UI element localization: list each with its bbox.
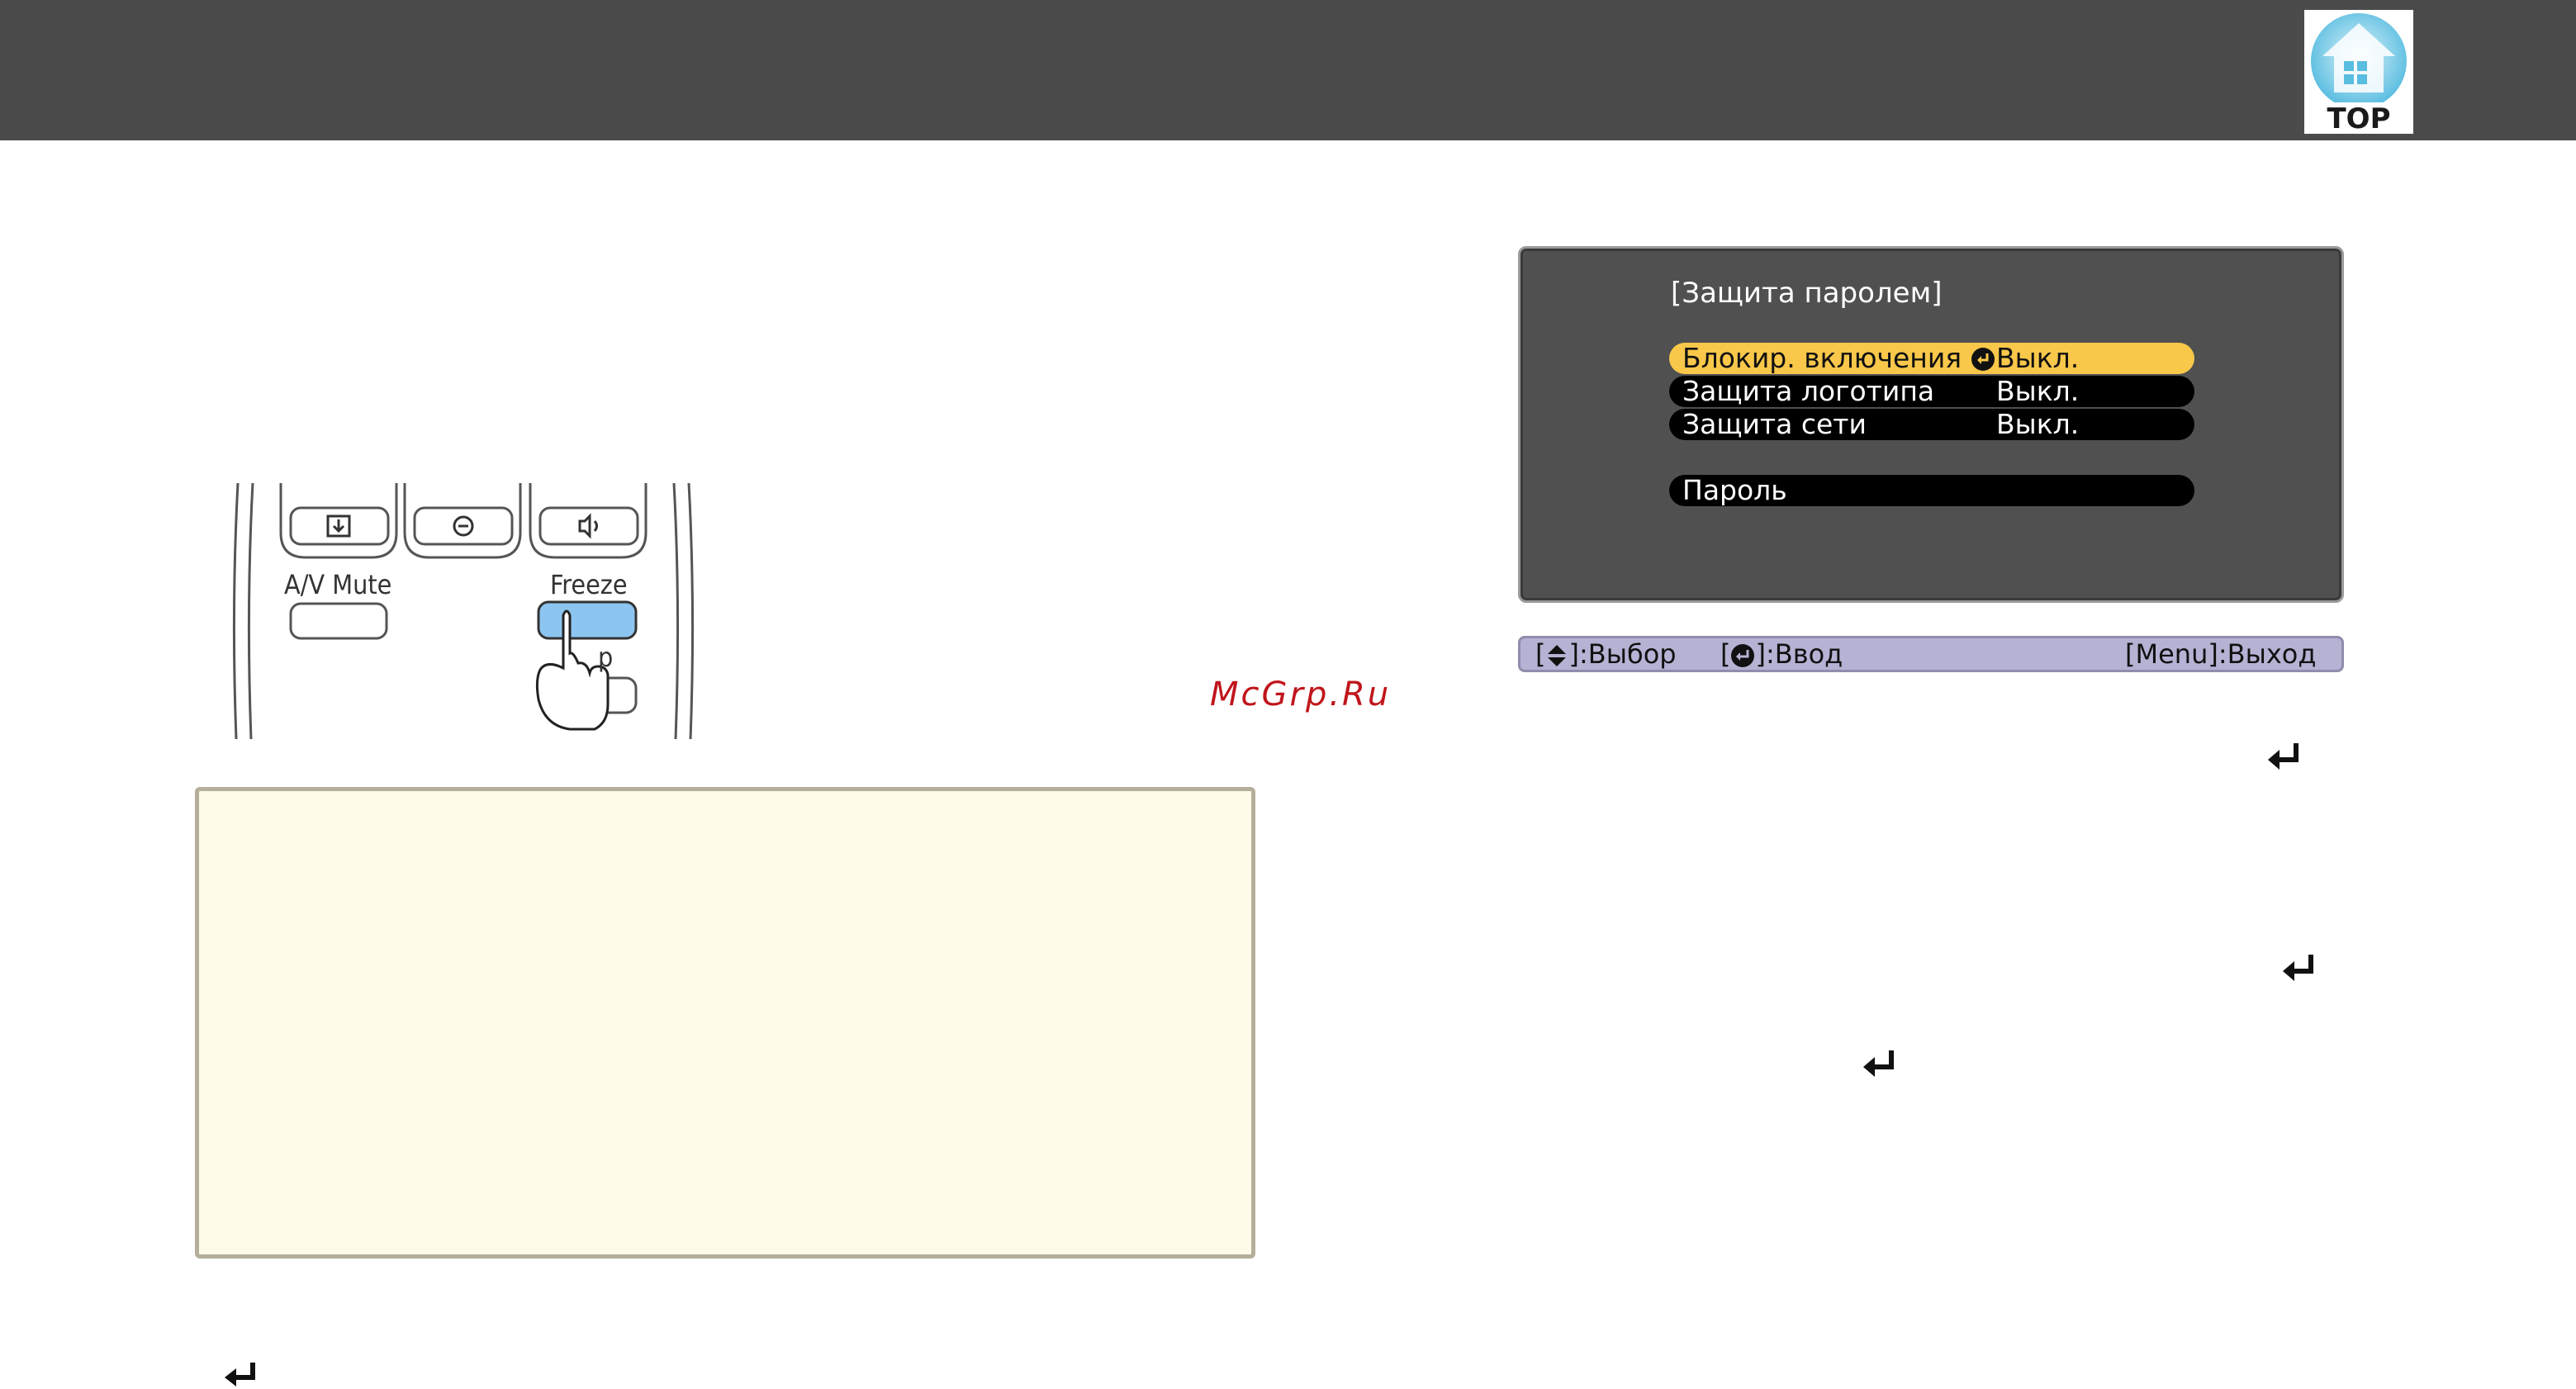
menu-row-value: Выкл. <box>1996 408 2080 440</box>
menu-row-power-on-lock[interactable]: Блокир. включения Выкл. <box>1669 343 2194 374</box>
menu-row-logo-protection[interactable]: Защита логотипа Выкл. <box>1669 376 2194 407</box>
menu-guide-bar: []:Выбор []:Ввод [Menu]:Выход <box>1518 636 2344 672</box>
enter-icon <box>1971 348 1995 371</box>
top-button[interactable]: TOP <box>2304 10 2413 135</box>
menu-row-value: Выкл. <box>1996 342 2080 374</box>
menu-row-password[interactable]: Пароль <box>1669 475 2194 506</box>
password-protection-menu: [Защита паролем] Блокир. включения Выкл.… <box>1518 246 2344 603</box>
top-label: TOP <box>2327 102 2391 135</box>
home-icon <box>2311 13 2407 102</box>
remote-illustration: A/V Mute Freeze p <box>223 482 702 740</box>
watermark: McGrp.Ru <box>1210 676 1392 713</box>
return-arrow-icon <box>1863 1050 1894 1077</box>
return-arrow-icon <box>2268 743 2298 770</box>
remote-drawing <box>232 482 695 740</box>
menu-row-label: Защита логотипа <box>1682 375 1935 407</box>
freeze-label: Freeze <box>550 569 628 600</box>
menu-row-label: Блокир. включения <box>1682 342 1962 374</box>
menu-row-value: Выкл. <box>1996 375 2080 407</box>
enter-icon <box>1731 644 1755 667</box>
guide-enter-text: :Ввод <box>1765 638 1843 670</box>
av-mute-label: A/V Mute <box>284 569 392 600</box>
up-down-icon <box>1548 645 1567 666</box>
guide-exit: [Menu]:Выход <box>2125 638 2317 670</box>
partial-help-label: p <box>598 642 614 673</box>
guide-select-text: :Выбор <box>1578 638 1677 670</box>
menu-row-network-protection[interactable]: Защита сети Выкл. <box>1669 409 2194 440</box>
return-arrow-icon <box>225 1363 255 1387</box>
guide-enter: []:Ввод <box>1720 638 1843 670</box>
return-arrow-icon <box>2283 955 2313 981</box>
header-bar <box>0 0 2576 140</box>
menu-row-label: Пароль <box>1682 474 1787 506</box>
menu-title: [Защита паролем] <box>1671 277 1943 310</box>
note-box <box>195 787 1255 1259</box>
menu-row-label: Защита сети <box>1682 408 1867 440</box>
guide-select: []:Выбор <box>1535 638 1677 670</box>
